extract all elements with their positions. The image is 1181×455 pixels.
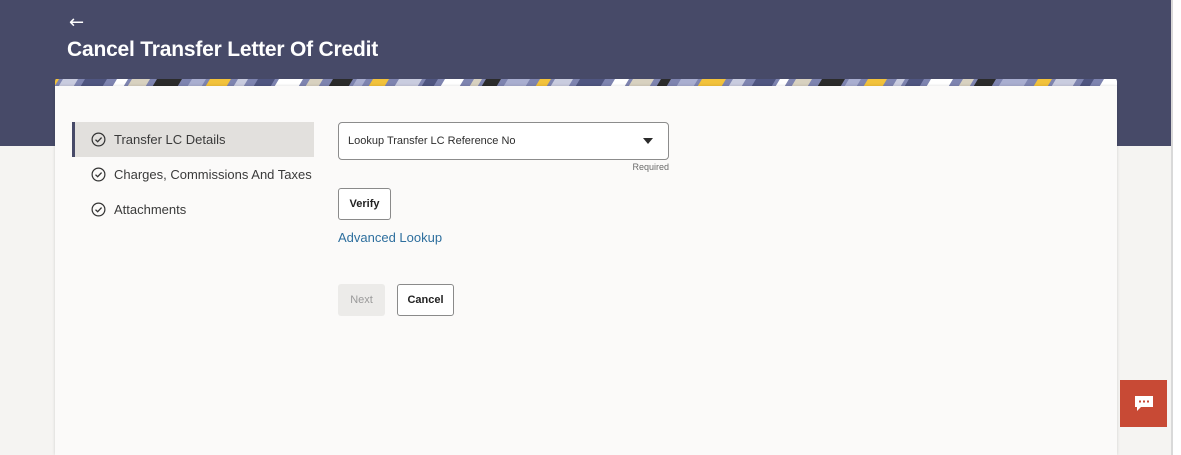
decorative-pattern-strip	[55, 76, 1117, 86]
chat-button[interactable]	[1120, 380, 1167, 427]
chat-icon	[1134, 395, 1153, 411]
step-transfer-lc-details[interactable]: Transfer LC Details	[72, 122, 314, 157]
step-label: Transfer LC Details	[114, 132, 226, 147]
check-circle-icon	[91, 202, 106, 217]
check-circle-icon	[91, 167, 106, 182]
caret-down-icon	[643, 138, 653, 144]
next-button[interactable]: Next	[338, 284, 385, 316]
verify-button[interactable]: Verify	[338, 188, 391, 220]
dropdown-value: Lookup Transfer LC Reference No	[348, 135, 516, 147]
step-label: Attachments	[114, 202, 187, 217]
required-hint: Required	[632, 162, 669, 172]
lookup-transfer-lc-reference-dropdown[interactable]: Lookup Transfer LC Reference No	[338, 122, 669, 160]
advanced-lookup-link[interactable]: Advanced Lookup	[338, 230, 442, 245]
step-label: Charges, Commissions And Taxes	[114, 167, 312, 182]
step-charges-commissions-taxes[interactable]: Charges, Commissions And Taxes	[72, 157, 314, 192]
page-title: Cancel Transfer Letter Of Credit	[67, 38, 379, 61]
cancel-button[interactable]: Cancel	[397, 284, 454, 316]
back-arrow-icon[interactable]: ←	[69, 12, 91, 34]
step-attachments[interactable]: Attachments	[72, 192, 314, 227]
check-circle-icon	[91, 132, 106, 147]
scrollbar[interactable]	[1171, 0, 1181, 455]
